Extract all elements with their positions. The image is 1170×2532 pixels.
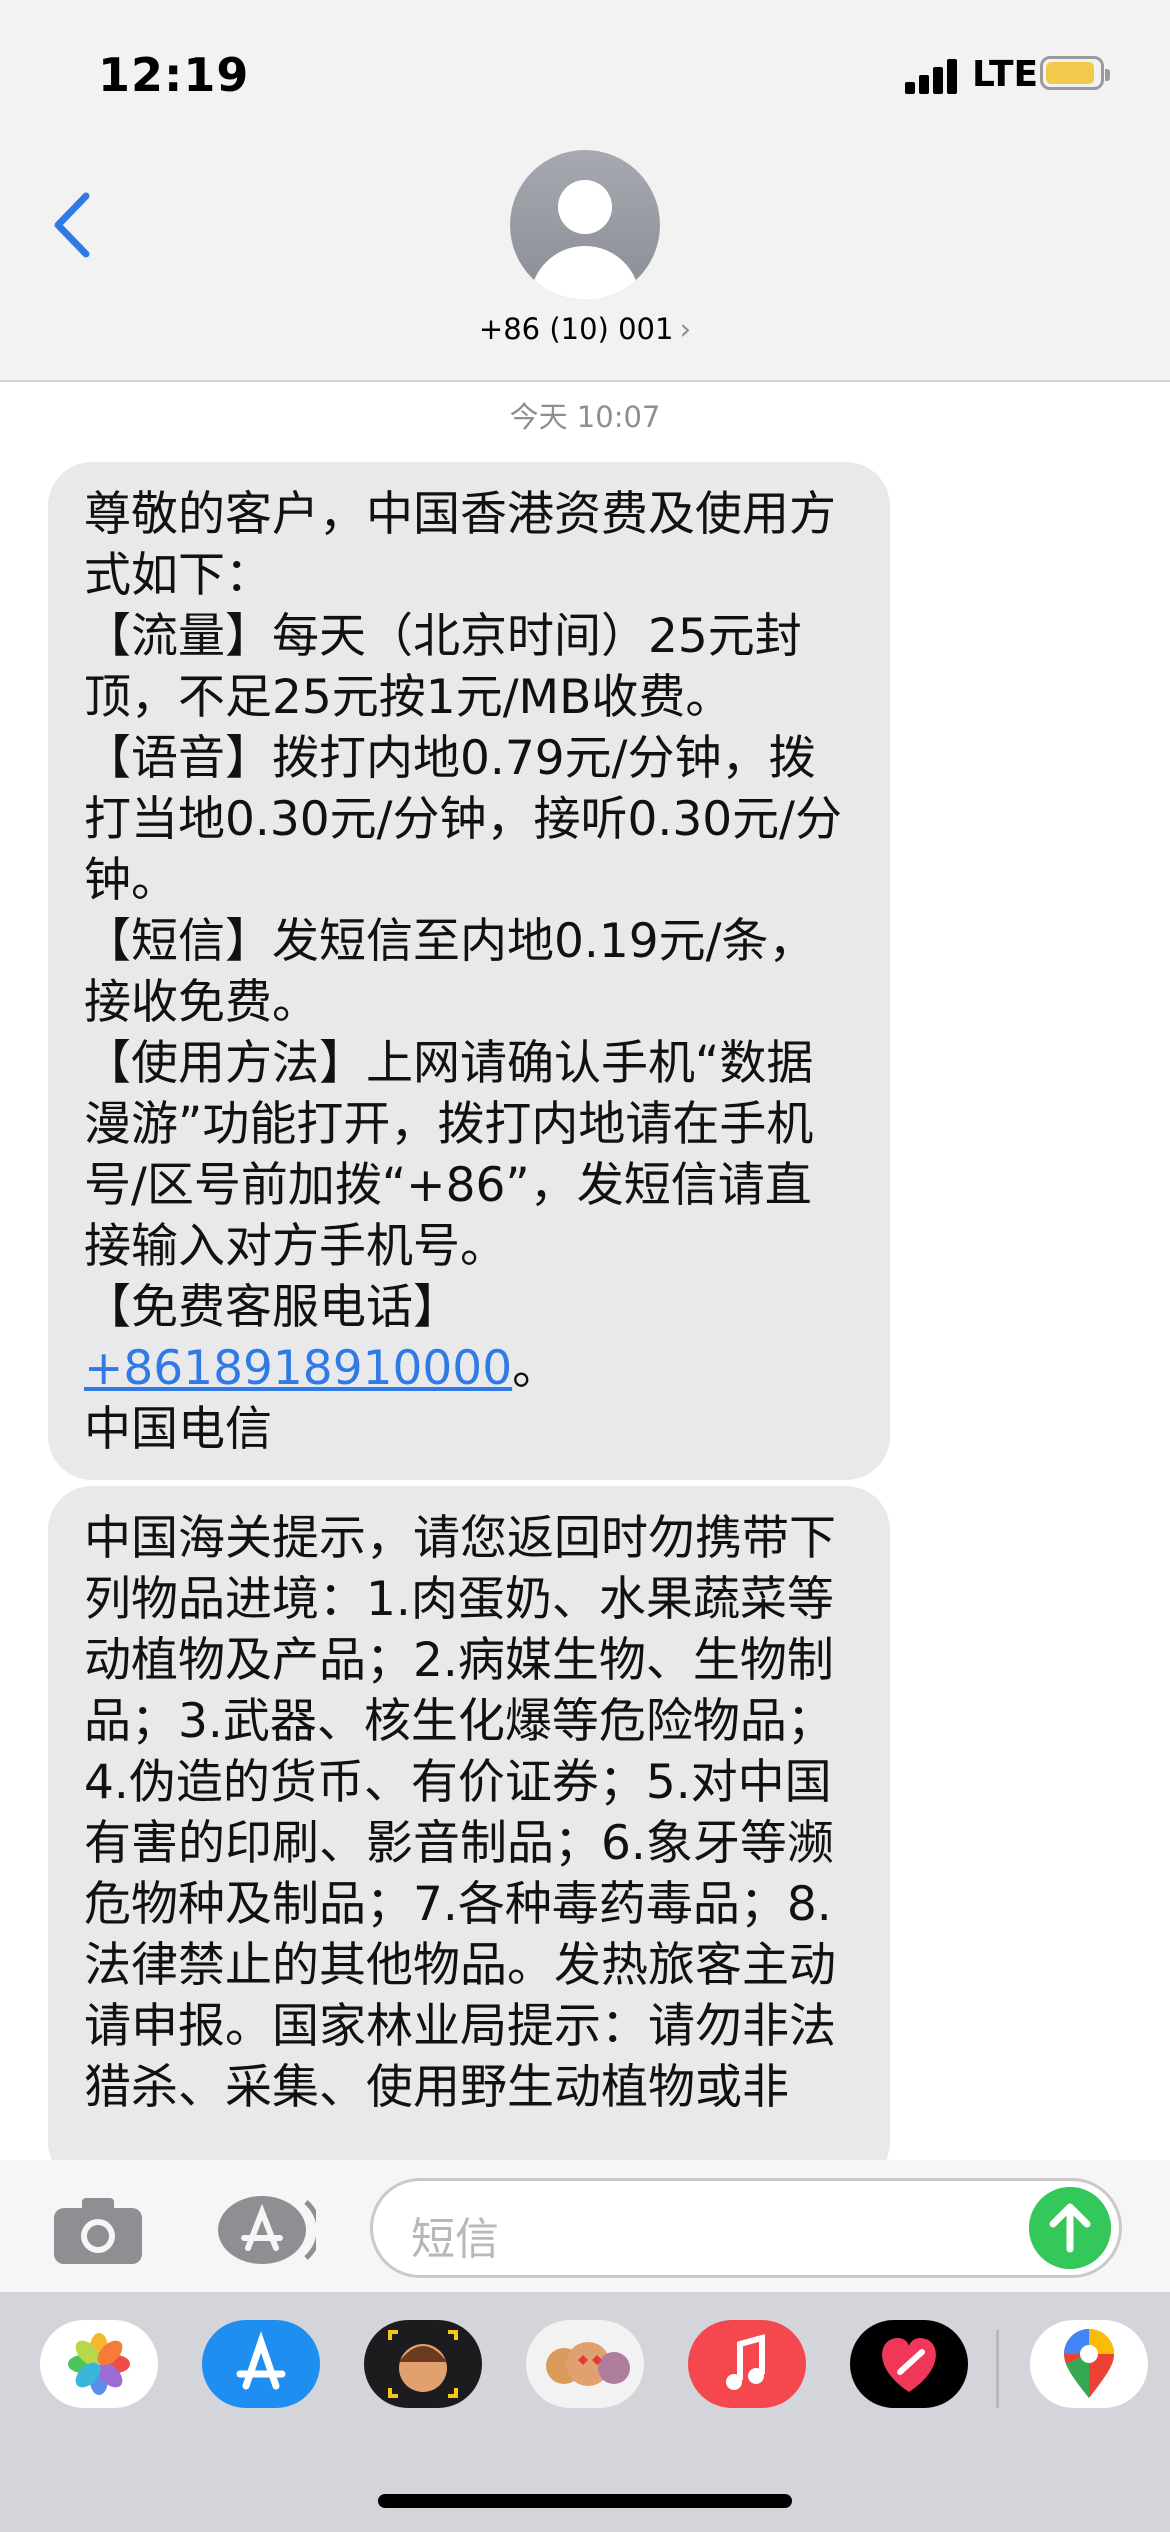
message-bubble[interactable]: 尊敬的客户，中国香港资费及使用方式如下： 【流量】每天（北京时间）25元封顶，不… [48, 462, 890, 1480]
status-time: 12:19 [98, 48, 250, 102]
message-timestamp: 今天 10:07 [509, 400, 661, 434]
contact-name-button[interactable]: +86 (10) 001 › [0, 312, 1170, 346]
phone-link[interactable]: +8618918910000 [84, 1341, 512, 1396]
digital-touch-app-icon[interactable] [850, 2320, 968, 2408]
contact-avatar[interactable] [510, 150, 660, 300]
drawer-divider [996, 2330, 999, 2408]
message-input-placeholder: 短信 [411, 2214, 499, 2265]
message-text-part: 尊敬的客户，中国香港资费及使用方式如下： 【流量】每天（北京时间）25元封顶，不… [84, 487, 842, 1335]
contact-name: +86 (10) 001 [478, 312, 674, 346]
music-app-icon[interactable] [688, 2320, 806, 2408]
camera-icon[interactable] [52, 2196, 144, 2266]
message-bubble[interactable]: 中国海关提示，请您返回时勿携带下列物品进境：1.肉蛋奶、水果蔬菜等动植物及产品；… [48, 1486, 890, 2186]
message-text: 中国海关提示，请您返回时勿携带下列物品进境：1.肉蛋奶、水果蔬菜等动植物及产品；… [84, 1511, 836, 2115]
arrow-up-icon[interactable] [1029, 2187, 1111, 2269]
app-store-app-icon[interactable] [202, 2320, 320, 2408]
app-store-icon[interactable] [210, 2194, 316, 2266]
chevron-right-icon: › [679, 312, 692, 346]
input-bar: 短信 [0, 2160, 1170, 2292]
home-indicator[interactable] [378, 2494, 792, 2508]
nav-header: 12:19 LTE +86 (10) 001 › [0, 0, 1170, 382]
memoji-app-icon[interactable] [364, 2320, 482, 2408]
message-text: 尊敬的客户，中国香港资费及使用方式如下： 【流量】每天（北京时间）25元封顶，不… [84, 484, 854, 1460]
photos-app-icon[interactable] [40, 2320, 158, 2408]
network-label: LTE [972, 54, 1039, 95]
memoji-stickers-app-icon[interactable] [526, 2320, 644, 2408]
chevron-left-icon[interactable] [48, 190, 98, 260]
message-input[interactable]: 短信 [370, 2178, 1122, 2278]
battery-icon [1040, 56, 1110, 90]
maps-app-icon[interactable] [1030, 2320, 1148, 2408]
signal-icon [905, 56, 965, 94]
status-bar: 12:19 LTE [0, 0, 1170, 140]
